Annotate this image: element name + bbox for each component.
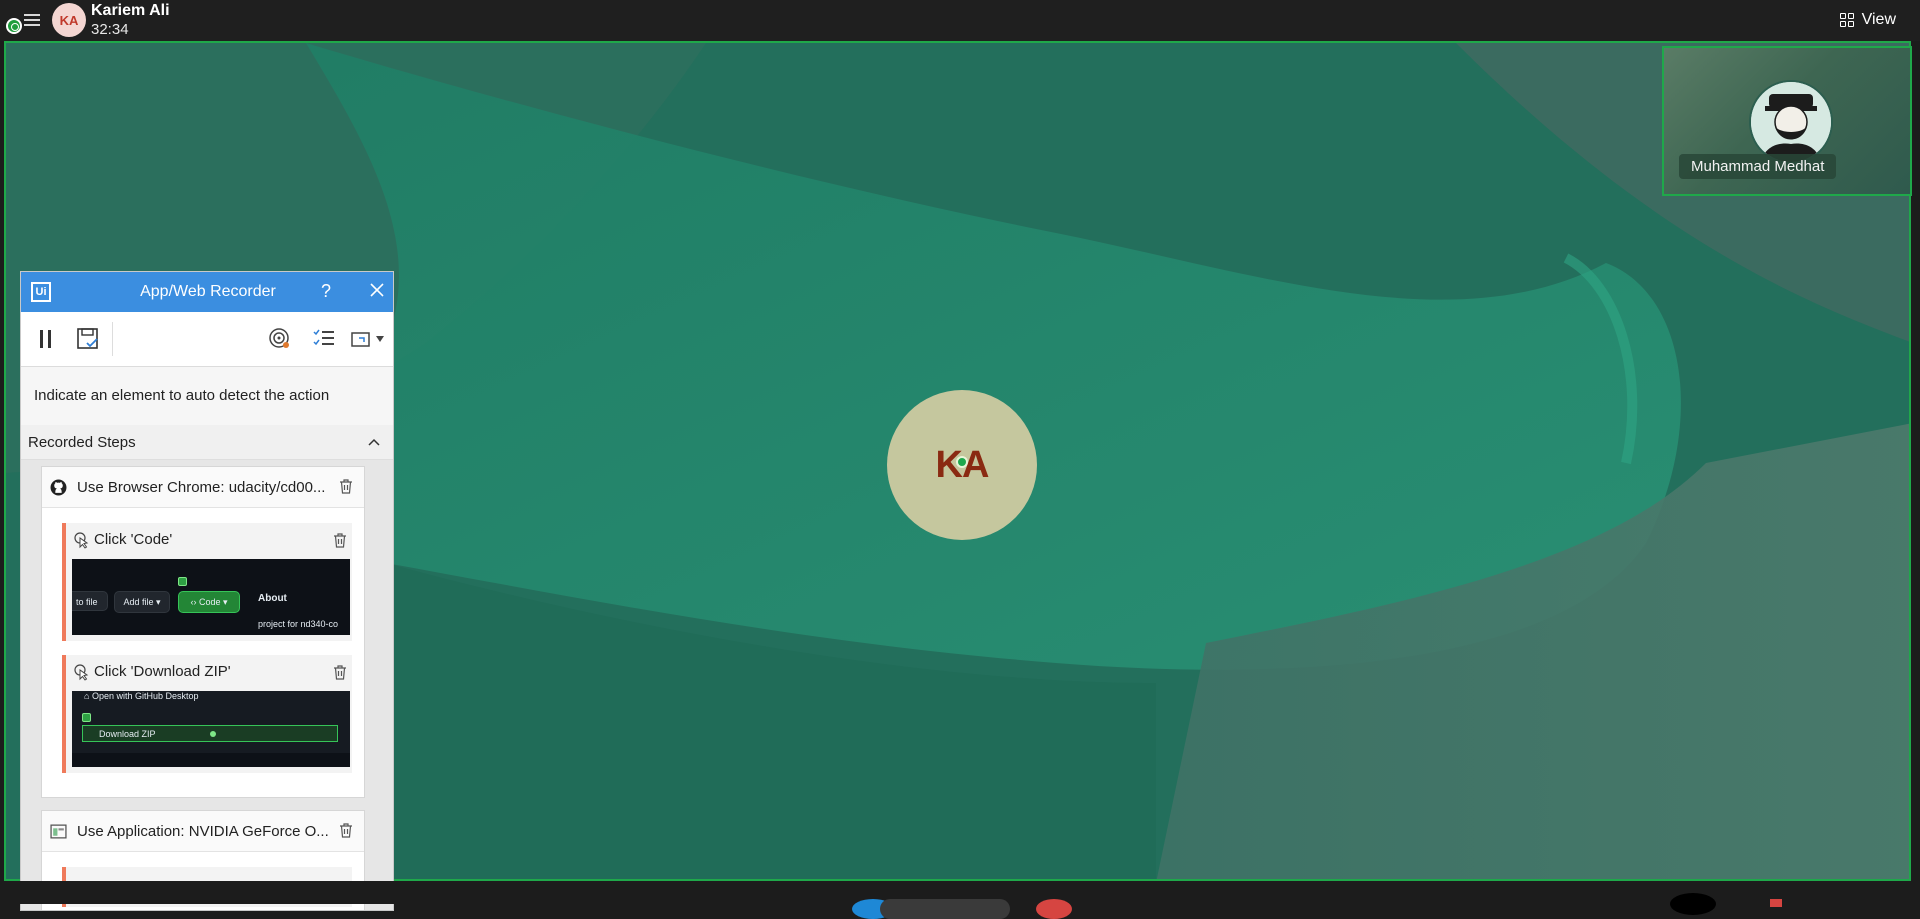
chevron-up-icon[interactable] (367, 435, 381, 449)
delete-icon[interactable] (332, 532, 348, 548)
delete-icon[interactable] (338, 478, 354, 494)
thumb-cursor-icon (210, 731, 216, 737)
github-icon (50, 479, 67, 496)
save-icon[interactable] (75, 326, 101, 352)
step-label: Click 'Download ZIP' (94, 663, 231, 680)
delete-icon[interactable] (332, 664, 348, 680)
step-header: Click 'Code' (66, 523, 352, 557)
app-web-recorder-panel: Ui App/Web Recorder ? Indicate an elemen… (20, 271, 394, 911)
scope-card-browser[interactable]: Use Browser Chrome: udacity/cd00... Clic… (41, 466, 365, 798)
notification-icon (1770, 899, 1782, 907)
scope-header[interactable]: Use Application: NVIDIA GeForce O... (42, 811, 364, 852)
step-screenshot-thumbnail: ⌂ Open with GitHub Desktop Download ZIP (72, 691, 350, 767)
hint-text: Indicate an element to auto detect the a… (34, 387, 330, 404)
participant-name-label: Muhammad Medhat (1679, 154, 1837, 179)
participant-avatar-large: KA (887, 390, 1037, 540)
recording-indicator-icon (6, 18, 22, 34)
help-button[interactable]: ? (321, 281, 331, 302)
control-pill[interactable] (880, 899, 1010, 919)
cursor-target-icon (956, 456, 968, 468)
scope-label: Use Browser Chrome: udacity/cd00... (77, 479, 326, 496)
thumb-description: project for nd340-co (258, 619, 339, 629)
recorder-title: App/Web Recorder (140, 283, 276, 300)
toolbar-divider (112, 322, 113, 356)
view-button-label: View (1861, 11, 1896, 28)
step-header: Click 'Download ZIP' (66, 655, 352, 689)
view-button[interactable]: View (1839, 9, 1896, 31)
step-screenshot-thumbnail: to file Add file ▾ ‹› Code ▾ About proje… (72, 559, 350, 635)
recorder-title-bar[interactable]: Ui App/Web Recorder ? (21, 272, 393, 312)
click-action-icon (74, 664, 89, 681)
scope-label: Use Application: NVIDIA GeForce O... (77, 823, 329, 840)
thumb-about-label: About (258, 593, 287, 604)
checklist-icon[interactable] (311, 326, 337, 352)
pause-icon[interactable] (33, 326, 59, 352)
recorded-steps-label: Recorded Steps (28, 434, 136, 451)
target-element-icon[interactable] (267, 326, 293, 352)
recorder-hint: Indicate an element to auto detect the a… (21, 367, 393, 426)
thumb-open-desktop: ⌂ Open with GitHub Desktop (84, 691, 199, 701)
close-icon[interactable] (367, 280, 387, 300)
reaction-icon[interactable] (1670, 893, 1716, 915)
thumb-to-file-button: to file (72, 591, 108, 611)
step-card-click-download-zip[interactable]: Click 'Download ZIP' ⌂ Open with GitHub … (62, 655, 352, 773)
application-icon (50, 824, 67, 839)
click-action-icon (74, 532, 89, 549)
recorder-toolbar (21, 312, 393, 367)
scope-header[interactable]: Use Browser Chrome: udacity/cd00... (42, 467, 364, 508)
grid-view-icon (1839, 13, 1854, 27)
end-call-icon[interactable] (1036, 899, 1072, 919)
thumb-footer (72, 753, 350, 767)
captain-portrait-icon (1751, 82, 1831, 162)
screen-capture-dropdown-icon[interactable] (349, 326, 387, 352)
thumb-code-button: ‹› Code ▾ (178, 591, 240, 613)
thumb-target-marker-icon (82, 713, 91, 722)
recorded-steps-header[interactable]: Recorded Steps (21, 425, 393, 460)
caller-name: Kariem Ali (91, 2, 170, 19)
thumb-target-marker-icon (178, 577, 187, 586)
call-top-bar: KA Kariem Ali 32:34 View (0, 0, 1920, 41)
recorded-steps-list: Use Browser Chrome: udacity/cd00... Clic… (21, 460, 393, 910)
step-card-click-code[interactable]: Click 'Code' to file Add file ▾ ‹› Code … (62, 523, 352, 641)
participant-avatar (1749, 80, 1833, 164)
participant-tile[interactable]: Muhammad Medhat (1662, 46, 1912, 196)
avatar[interactable]: KA (52, 3, 86, 37)
step-label: Click 'Code' (94, 531, 173, 548)
delete-icon[interactable] (338, 822, 354, 838)
bottom-control-strip (0, 881, 1920, 919)
call-timer: 32:34 (91, 21, 129, 38)
hamburger-menu-icon[interactable] (24, 12, 40, 26)
thumb-add-file-button: Add file ▾ (114, 591, 170, 613)
